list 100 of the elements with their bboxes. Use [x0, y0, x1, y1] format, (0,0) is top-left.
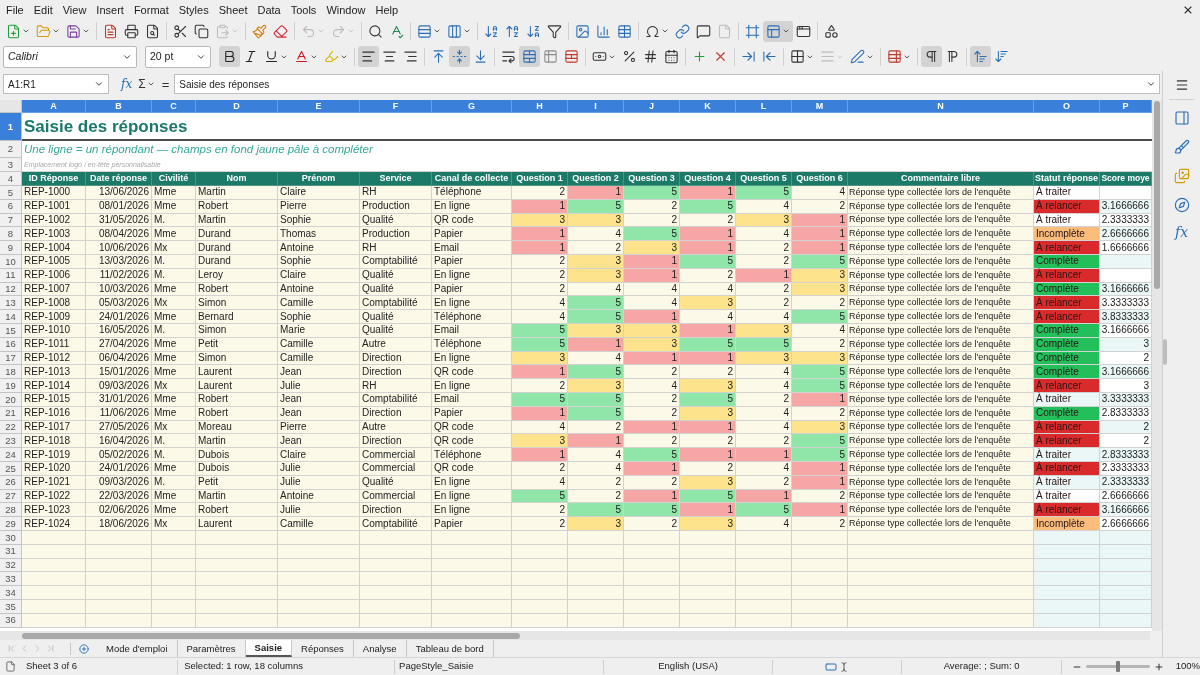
column-header[interactable]: E [278, 100, 360, 113]
language-text[interactable]: English (USA) [658, 659, 718, 674]
column-header[interactable]: C [152, 100, 196, 113]
row-header[interactable]: 23 [0, 434, 22, 449]
menu-item[interactable]: Format [128, 1, 174, 19]
merge-center-button[interactable] [519, 46, 540, 67]
sheet-tab[interactable]: Tableau de bord [406, 640, 494, 657]
header-cell: ID Réponse [22, 172, 86, 186]
font-name-field[interactable]: Calibri [3, 45, 137, 68]
column-header[interactable]: O [1034, 100, 1100, 113]
zoom-percent-text[interactable]: 100% [1175, 659, 1200, 674]
column-header[interactable]: L [736, 100, 792, 113]
row-header[interactable]: 4 [0, 172, 22, 186]
table-cell: Réponse type collectée lors de l'enquête [848, 517, 1034, 531]
table-cell: Téléphone [432, 448, 512, 462]
function-wizard-button[interactable]: fx [119, 78, 135, 90]
sheet-tab[interactable]: Saisie [245, 640, 293, 657]
column-header[interactable]: H [512, 100, 568, 113]
sheet-tab[interactable]: Réponses [292, 640, 354, 657]
column-header[interactable]: A [22, 100, 86, 113]
column-header[interactable]: M [792, 100, 848, 113]
rectangle-icon[interactable] [825, 660, 838, 673]
horizontal-scrollbar[interactable] [0, 631, 1150, 640]
sidebar-handle[interactable] [1163, 339, 1167, 365]
panels-icon [766, 23, 781, 39]
column-header[interactable]: B [86, 100, 152, 113]
text-up-button[interactable] [970, 46, 991, 67]
column-header[interactable]: N [848, 100, 1034, 113]
column-header[interactable]: D [196, 100, 278, 113]
font-color-icon [294, 49, 309, 64]
navigator-button[interactable] [1172, 196, 1191, 214]
text-cursor-icon[interactable] [839, 660, 850, 673]
column-header[interactable]: I [568, 100, 624, 113]
table-cell: 4 [736, 310, 792, 324]
freeze-button[interactable] [763, 20, 793, 42]
row-header[interactable]: 14 [0, 310, 22, 324]
scrollbar-thumb[interactable] [1154, 101, 1160, 289]
sheet-tab[interactable]: Analyse [353, 640, 407, 657]
undo-icon [301, 23, 316, 39]
left-to-right-button[interactable] [921, 46, 942, 67]
table-cell: 5 [792, 434, 848, 449]
sheet-tab[interactable]: Paramètres [177, 640, 246, 657]
menu-item[interactable]: Window [321, 1, 371, 19]
row-header[interactable]: 33 [0, 572, 22, 587]
sheet-tab[interactable]: Mode d'emploi [97, 640, 178, 657]
column-header[interactable]: F [360, 100, 432, 113]
functions-button[interactable]: fx [1173, 225, 1190, 239]
row-header[interactable]: 1 [0, 113, 22, 141]
page-icon [717, 23, 732, 39]
menu-item[interactable]: Insert [91, 1, 129, 19]
row-header[interactable]: 28 [0, 503, 22, 518]
properties-button[interactable] [1172, 109, 1191, 127]
menu-item[interactable]: Sheet [213, 1, 253, 19]
copy-icon [194, 23, 209, 39]
row-header[interactable]: 8 [0, 227, 22, 242]
menu-item[interactable]: Tools [285, 1, 322, 19]
add-sheet-icon[interactable] [79, 643, 89, 654]
menu-item[interactable]: Edit [28, 1, 58, 19]
split-cells-icon [564, 49, 579, 64]
column-header[interactable]: K [680, 100, 736, 113]
close-icon[interactable] [1182, 4, 1194, 16]
pilcrow-icon [924, 49, 939, 64]
caret-icon [94, 79, 104, 89]
row-header[interactable]: 5 [0, 186, 22, 200]
row-header[interactable]: 9 [0, 241, 22, 255]
column-header[interactable]: G [432, 100, 512, 113]
row-header[interactable]: 19 [0, 379, 22, 393]
menu-item[interactable]: Styles [173, 1, 214, 19]
menu-item[interactable]: View [57, 1, 92, 19]
row-header[interactable]: 2 [0, 141, 22, 158]
column-header[interactable]: P [1100, 100, 1152, 113]
zoom-in-icon[interactable] [1153, 661, 1164, 672]
row-header[interactable]: 13 [0, 296, 22, 311]
menu-item[interactable]: Data [252, 1, 286, 19]
align-left-button[interactable] [358, 46, 379, 67]
table-cell: 4 [736, 365, 792, 380]
styles-button[interactable] [1172, 138, 1191, 156]
scrollbar-thumb[interactable] [22, 632, 520, 639]
row-header[interactable]: 24 [0, 448, 22, 462]
column-header[interactable]: J [624, 100, 680, 113]
row-header[interactable]: 34 [0, 586, 22, 600]
font-size-field[interactable]: 20 pt [145, 45, 211, 68]
row-header[interactable]: 29 [0, 517, 22, 531]
caret-icon [82, 27, 90, 35]
row-header[interactable]: 18 [0, 365, 22, 380]
align-middle-button[interactable] [449, 46, 470, 67]
panel-icon [1173, 110, 1190, 126]
menu-item[interactable]: File [1, 1, 29, 19]
row-header[interactable]: 3 [0, 158, 22, 172]
name-box-field[interactable]: A1:R1 [3, 74, 109, 94]
menu-item[interactable]: Help [370, 1, 404, 19]
equals-button[interactable]: = [159, 77, 172, 91]
vertical-scrollbar[interactable] [1152, 100, 1162, 631]
table-cell: Qualité [360, 310, 432, 324]
table-cell: 1 [624, 310, 680, 324]
sum-button[interactable]: Σ [137, 78, 156, 90]
bold-button[interactable] [219, 46, 240, 67]
formula-input-field[interactable]: Saisie des réponses [174, 74, 1160, 94]
zoom-slider-thumb[interactable] [1115, 661, 1120, 672]
table-cell: Direction [360, 503, 432, 518]
